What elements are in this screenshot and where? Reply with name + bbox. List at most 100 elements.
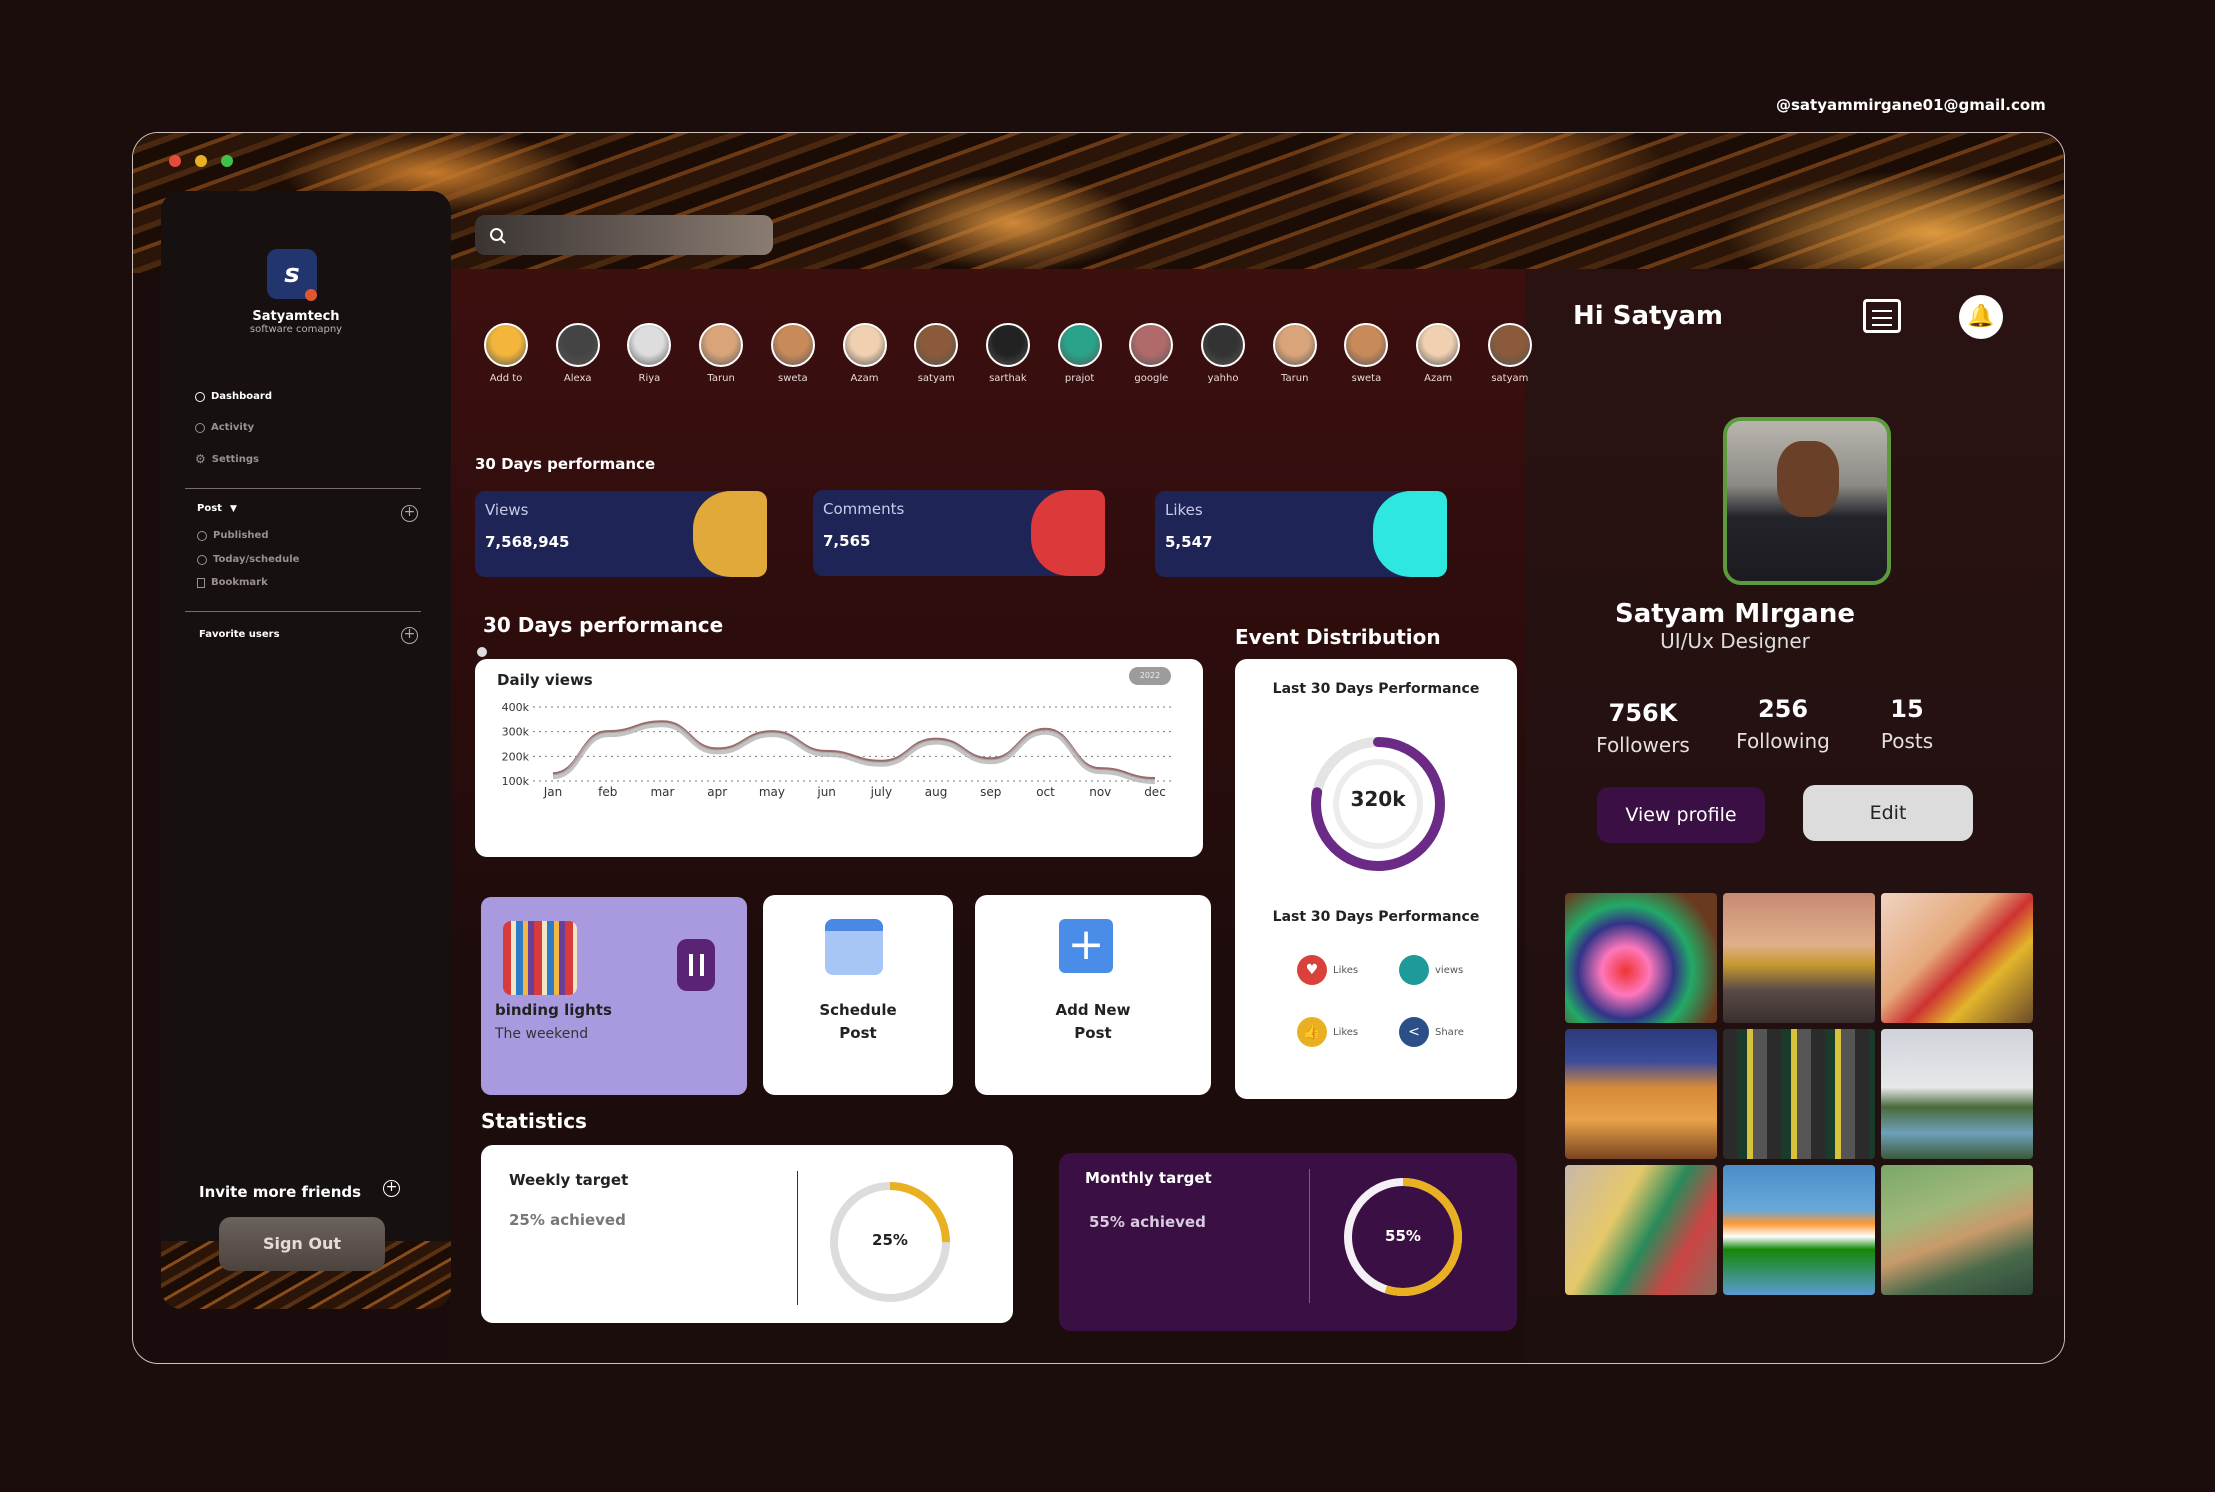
story-name: yahho [1207,373,1239,384]
pause-icon[interactable] [677,939,715,991]
today-label: Today/schedule [213,554,300,565]
activity-icon [195,422,205,433]
likes-card[interactable]: Likes 5,547 [1155,491,1447,577]
photo-holi[interactable] [1565,893,1717,1023]
story-item[interactable]: satyam [1487,323,1533,393]
post-bookmark[interactable]: Bookmark [197,577,268,588]
x-tick-label: mar [650,785,674,799]
schedule-post-button[interactable]: Schedule Post [763,895,953,1095]
x-tick-label: oct [1036,785,1055,799]
nav-activity[interactable]: Activity [195,422,254,433]
view-profile-button[interactable]: View profile [1597,787,1765,843]
x-tick-label: nov [1089,785,1111,799]
photo-flag[interactable] [1723,1165,1875,1295]
event-card: Last 30 Days Performance 320k Last 30 Da… [1235,659,1517,1099]
legend-views-label: views [1435,964,1464,976]
story-item[interactable]: Azam [1415,323,1461,393]
photo-dancers[interactable] [1565,1165,1717,1295]
comments-accent [1031,490,1105,576]
music-card[interactable]: binding lights The weekend [481,897,747,1095]
story-avatar [842,323,887,367]
story-item[interactable]: Tarun [698,323,744,393]
nav-dashboard[interactable]: Dashboard [195,391,272,402]
weekly-target-card: Weekly target 25% achieved 25% [481,1145,1013,1323]
close-dot[interactable] [169,155,181,167]
followers-count: 756K [1608,699,1678,727]
followers-stat[interactable]: 756K Followers [1583,699,1703,757]
favorite-users-label: Favorite users [199,629,280,640]
story-item[interactable]: Azam [842,323,888,393]
photo-traffic[interactable] [1723,1029,1875,1159]
photo-hawa-mahal[interactable] [1565,1029,1717,1159]
invite-label: Invite more friends [199,1183,362,1201]
story-item[interactable]: prajot [1057,323,1103,393]
story-item[interactable]: sweta [1343,323,1389,393]
x-tick-label: aug [925,785,948,799]
story-avatar [985,323,1030,367]
comments-card[interactable]: Comments 7,565 [813,490,1105,576]
x-tick-label: jun [816,785,836,799]
post-today[interactable]: Today/schedule [197,554,299,565]
post-dropdown[interactable]: Post ▼ [197,503,237,514]
following-stat[interactable]: 256 Following [1723,695,1843,753]
photo-taj-mahal[interactable] [1881,1029,2033,1159]
x-tick-label: dec [1144,785,1166,799]
views-value: 7,568,945 [485,533,570,551]
story-item[interactable]: sweta [770,323,816,393]
search-icon [490,228,506,244]
monthly-sub: 55% achieved [1089,1213,1206,1231]
schedule-label-1: Schedule [819,1001,897,1019]
clock-icon [197,530,207,541]
bell-icon[interactable]: 🔔 [1959,295,2003,339]
followers-label: Followers [1596,733,1690,757]
y-tick-label: 100k [502,775,530,788]
story-name: Riya [638,373,661,384]
weekly-pct: 25% [872,1231,908,1249]
add-new-post-button[interactable]: + Add New Post [975,895,1211,1095]
sidebar: s Satyamtech software comapny Dashboard … [161,191,451,1309]
story-name: Tarun [707,373,735,384]
story-item[interactable]: yahho [1200,323,1246,393]
story-item[interactable]: Add to [483,323,529,393]
views-label: Views [485,501,529,519]
gear-icon: ⚙ [195,452,206,466]
story-item[interactable]: Tarun [1272,323,1318,393]
add-post-icon[interactable]: + [401,505,418,522]
views-card[interactable]: Views 7,568,945 [475,491,767,577]
search-input[interactable] [475,215,773,255]
logo-dot [305,289,317,301]
story-avatar [555,323,600,367]
minimize-dot[interactable] [195,155,207,167]
maximize-dot[interactable] [221,155,233,167]
perf-title: 30 Days performance [475,455,656,473]
calendar-icon [825,919,883,975]
story-item[interactable]: Alexa [555,323,601,393]
photo-train[interactable] [1881,1165,2033,1295]
nav-dashboard-label: Dashboard [211,391,272,402]
story-item[interactable]: Riya [626,323,672,393]
photo-camel[interactable] [1881,893,2033,1023]
story-item[interactable]: satyam [913,323,959,393]
avatar[interactable] [1723,417,1891,585]
thumbs-up-icon: 👍 [1297,1017,1327,1047]
comments-label: Comments [823,500,905,518]
legend-likes: ♥ Likes [1297,955,1358,985]
following-count: 256 [1757,695,1809,723]
sign-out-button[interactable]: Sign Out [219,1217,385,1271]
invite-add-icon[interactable]: + [383,1180,400,1197]
story-avatar [770,323,815,367]
add-favorite-icon[interactable]: + [401,627,418,644]
nav-settings[interactable]: ⚙ Settings [195,452,259,466]
post-published[interactable]: Published [197,530,268,541]
bookmark-icon [197,577,205,588]
posts-stat[interactable]: 15 Posts [1857,695,1957,753]
chat-icon[interactable] [1863,299,1901,333]
story-item[interactable]: google [1128,323,1174,393]
story-avatar [1487,323,1532,367]
edit-button[interactable]: Edit [1803,785,1973,841]
story-item[interactable]: sarthak [985,323,1031,393]
views-accent [693,491,767,577]
story-name: Azam [850,373,879,384]
legend-share-label: Share [1435,1026,1464,1038]
photo-golden-temple[interactable] [1723,893,1875,1023]
